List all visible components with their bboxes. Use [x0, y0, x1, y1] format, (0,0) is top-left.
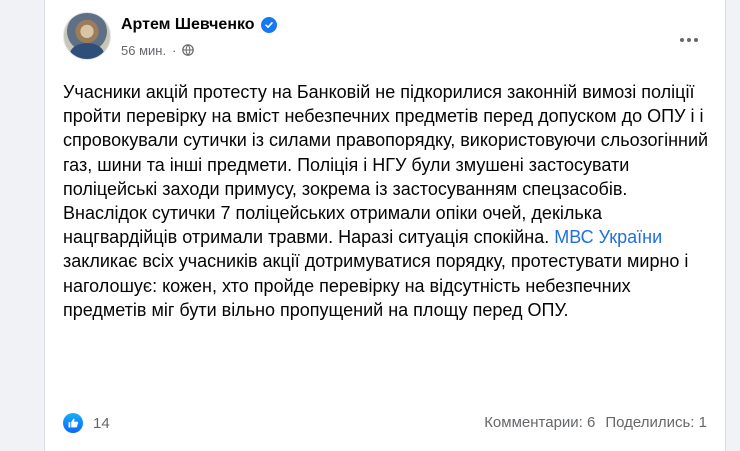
post-footer: 14 Комментарии: 6 Поделились: 1: [63, 411, 707, 439]
author-name[interactable]: Артем Шевченко: [121, 16, 255, 34]
reactions-summary[interactable]: 14: [63, 413, 110, 433]
post-meta: 56 мин. ·: [121, 41, 195, 59]
more-options-button[interactable]: [671, 22, 707, 58]
post-text-part-1: Учасники акцій протесту на Банковій не п…: [63, 82, 709, 248]
comments-count[interactable]: Комментарии: 6: [484, 414, 595, 431]
globe-icon[interactable]: [182, 44, 195, 56]
more-options-dot: [687, 38, 691, 42]
post-text-part-2: закликає всіх учасників акції дотримуват…: [63, 251, 689, 320]
post-text: Учасники акцій протесту на Банковій не п…: [63, 80, 713, 322]
author-avatar[interactable]: [63, 12, 111, 60]
mvs-ukraine-link[interactable]: МВС України: [554, 227, 662, 247]
meta-separator: ·: [172, 42, 177, 58]
reaction-count: 14: [93, 414, 110, 432]
post-card: Артем Шевченко 56 мин. · Учасники акцій …: [44, 0, 726, 451]
verified-badge-icon: [260, 17, 277, 33]
more-options-dot: [680, 38, 684, 42]
post-stats: Комментарии: 6 Поделились: 1: [484, 414, 707, 431]
shares-count[interactable]: Поделились: 1: [605, 414, 707, 431]
more-options-dot: [694, 38, 698, 42]
post-header: Артем Шевченко 56 мин. ·: [63, 10, 707, 66]
post-time[interactable]: 56 мин.: [121, 43, 166, 58]
author-row: Артем Шевченко: [121, 14, 277, 36]
like-icon: [63, 413, 83, 433]
